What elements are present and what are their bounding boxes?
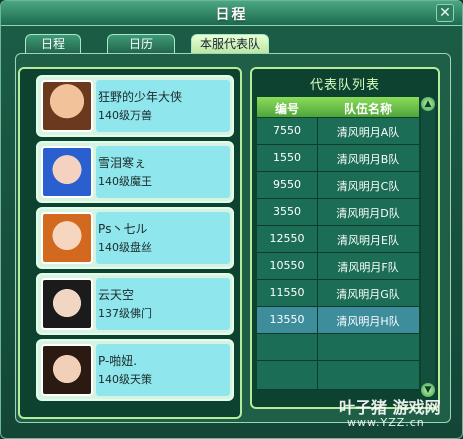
table-row[interactable]: 13550 清风明月H队 <box>257 307 419 334</box>
team-number: 1550 <box>273 151 301 164</box>
player-name: 云天空 <box>98 288 135 302</box>
close-icon[interactable]: ✕ <box>436 4 454 22</box>
avatar <box>41 212 93 264</box>
team-name: 清风明月F队 <box>337 261 399 274</box>
player-level: 137级佛门 <box>98 307 152 320</box>
table-row <box>257 334 419 361</box>
team-number: 7550 <box>273 124 301 137</box>
column-divider <box>317 361 318 389</box>
team-name: 清风明月E队 <box>337 234 399 247</box>
team-name: 清风明月C队 <box>336 180 400 193</box>
player-info: 雪泪寒ぇ 140级魔王 <box>96 146 230 198</box>
watermark-url: www.YZZ.cn <box>347 416 425 429</box>
table-row[interactable]: 12550 清风明月E队 <box>257 226 419 253</box>
player-level: 140级天策 <box>98 373 152 386</box>
player-name: Ρs丶七ル <box>98 222 148 236</box>
player-card[interactable]: P-啪妞. 140级天策 <box>36 339 234 401</box>
player-card[interactable]: 狂野的少年大侠 140级万兽 <box>36 75 234 137</box>
team-name: 清风明月H队 <box>336 315 400 328</box>
team-number: 13550 <box>269 313 305 326</box>
table-row[interactable]: 1550 清风明月B队 <box>257 145 419 172</box>
column-divider <box>317 334 318 360</box>
team-name: 清风明月D队 <box>336 207 400 220</box>
team-number: 3550 <box>273 205 301 218</box>
table-row[interactable]: 10550 清风明月F队 <box>257 253 419 280</box>
schedule-window: 日程 ✕ 日程 日历 本服代表队 狂野的少年大侠 140级万兽 雪泪寒ぇ 140… <box>0 0 463 439</box>
player-name: P-啪妞. <box>98 354 138 368</box>
title-bar[interactable]: 日程 ✕ <box>1 1 462 26</box>
avatar <box>41 146 93 198</box>
team-number: 10550 <box>269 259 305 272</box>
team-name: 清风明月B队 <box>336 153 400 166</box>
avatar <box>41 344 93 396</box>
table-row[interactable]: 3550 清风明月D队 <box>257 199 419 226</box>
scroll-up-icon[interactable]: ▲ <box>421 97 435 111</box>
table-row[interactable]: 11550 清风明月G队 <box>257 280 419 307</box>
table-row <box>257 361 419 390</box>
team-list-panel: 代表队列表 编号 队伍名称 7550 清风明月A队 1550 清风明月B队 95… <box>250 67 440 409</box>
table-row[interactable]: 7550 清风明月A队 <box>257 118 419 145</box>
player-info: 狂野的少年大侠 140级万兽 <box>96 80 230 132</box>
team-number: 9550 <box>273 178 301 191</box>
team-list-title: 代表队列表 <box>309 78 380 93</box>
tab-schedule[interactable]: 日程 <box>25 34 81 53</box>
player-list: 狂野的少年大侠 140级万兽 雪泪寒ぇ 140级魔王 Ρs丶七ル 140级盘丝 … <box>18 67 242 419</box>
window-title: 日程 <box>215 7 248 23</box>
player-card[interactable]: 云天空 137级佛门 <box>36 273 234 335</box>
team-number: 12550 <box>269 232 305 245</box>
tab-server-team[interactable]: 本服代表队 <box>191 34 269 54</box>
player-info: P-啪妞. 140级天策 <box>96 344 230 396</box>
team-number: 11550 <box>269 286 305 299</box>
table-row[interactable]: 9550 清风明月C队 <box>257 172 419 199</box>
player-info: Ρs丶七ル 140级盘丝 <box>96 212 230 264</box>
player-level: 140级盘丝 <box>98 241 152 254</box>
team-name: 清风明月G队 <box>336 288 400 301</box>
player-card[interactable]: Ρs丶七ル 140级盘丝 <box>36 207 234 269</box>
header-team-name: 队伍名称 <box>343 102 392 116</box>
scrollbar[interactable]: ▲ ▼ <box>421 97 435 397</box>
player-name: 狂野的少年大侠 <box>98 90 183 104</box>
table-header: 编号 队伍名称 <box>257 97 419 117</box>
header-number: 编号 <box>274 102 299 116</box>
avatar <box>41 278 93 330</box>
tab-calendar[interactable]: 日历 <box>107 34 175 53</box>
watermark-logo: 叶子猪 游戏网 <box>339 398 441 417</box>
player-level: 140级万兽 <box>98 109 152 122</box>
avatar <box>41 80 93 132</box>
player-card[interactable]: 雪泪寒ぇ 140级魔王 <box>36 141 234 203</box>
player-level: 140级魔王 <box>98 175 152 188</box>
team-name: 清风明月A队 <box>336 126 400 139</box>
player-info: 云天空 137级佛门 <box>96 278 230 330</box>
player-name: 雪泪寒ぇ <box>98 156 147 170</box>
